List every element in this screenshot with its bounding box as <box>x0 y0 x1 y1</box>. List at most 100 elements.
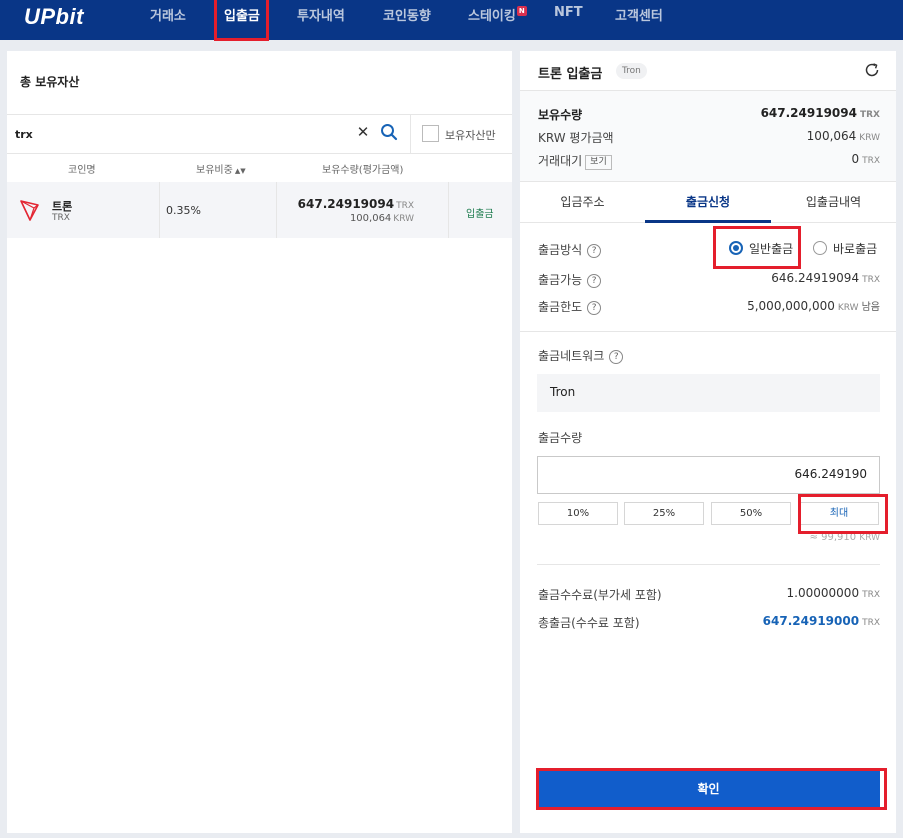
amount-label: 출금수량 <box>538 431 583 445</box>
coin-krw-unit: KRW <box>393 214 414 224</box>
tron-logo-icon <box>18 198 42 226</box>
qty-unit: TRX <box>859 110 880 120</box>
pct-10-button[interactable]: 10% <box>538 502 618 525</box>
pending-text: 거래대기 <box>538 154 583 168</box>
coin-amount-unit: TRX <box>396 201 414 211</box>
coin-search-input[interactable] <box>15 123 345 145</box>
nav-exchange[interactable]: 거래소 <box>150 5 186 24</box>
fee-number: 1.00000000 <box>786 586 860 600</box>
network-select[interactable]: Tron <box>537 374 880 412</box>
withdraw-panel: 트론 입출금 Tron 보유수량 647.24919094 TRX KRW 평가금… <box>520 51 896 833</box>
limit-label: 출금한도? <box>538 298 602 315</box>
krw-value: 100,064 KRW <box>807 129 880 143</box>
cell-divider <box>448 182 449 238</box>
holdings-title: 총 보유자산 <box>20 75 80 89</box>
network-value: Tron <box>550 385 576 399</box>
krw-number: 100,064 <box>806 129 857 143</box>
tab-history[interactable]: 입출금내역 <box>771 182 896 222</box>
owned-only-label: 보유자산만 <box>445 129 496 142</box>
help-icon[interactable]: ? <box>587 274 602 288</box>
available-unit: TRX <box>862 275 880 285</box>
total-number: 647.24919000 <box>762 614 860 628</box>
search-icon[interactable] <box>380 123 398 145</box>
refresh-icon[interactable] <box>864 62 880 82</box>
max-button[interactable]: 최대 <box>799 502 879 525</box>
coin-krw: 100,064 KRW <box>350 213 414 224</box>
fee-value: 1.00000000 TRX <box>787 586 880 600</box>
network-badge: Tron <box>616 63 647 79</box>
total-label: 총출금(수수료 포함) <box>538 616 640 630</box>
nav-staking[interactable]: 스테이킹 N <box>468 5 527 24</box>
upbit-logo[interactable]: UPbit <box>24 4 84 30</box>
tab-bar: 입금주소 출금신청 입출금내역 <box>520 181 896 223</box>
pending-value: 0 TRX <box>851 152 880 166</box>
section-divider <box>537 564 880 565</box>
total-unit: TRX <box>862 618 880 628</box>
nav-deposit-withdraw[interactable]: 입출금 <box>224 5 260 24</box>
nav-investments[interactable]: 투자내역 <box>297 5 345 24</box>
krw-label: KRW 평가금액 <box>538 131 614 145</box>
panel-title: 트론 입출금 <box>538 67 603 82</box>
total-value: 647.24919000 TRX <box>763 614 880 628</box>
help-icon[interactable]: ? <box>609 350 624 364</box>
limit-unit: KRW <box>837 303 859 313</box>
coin-symbol: TRX <box>52 213 70 223</box>
top-nav: UPbit 거래소 입출금 투자내역 코인동향 스테이킹 N NFT 고객센터 <box>0 0 903 40</box>
section-divider <box>520 331 896 332</box>
help-icon[interactable]: ? <box>587 244 602 258</box>
krw-unit: KRW <box>859 133 880 143</box>
pending-view-button[interactable]: 보기 <box>585 155 612 170</box>
owned-only-checkbox[interactable] <box>422 125 439 142</box>
radio-normal-withdraw[interactable] <box>729 241 743 255</box>
coin-amount: 647.24919094 TRX <box>298 197 414 211</box>
fee-label: 출금수수료(부가세 포함) <box>538 588 662 602</box>
cell-divider <box>159 182 160 238</box>
radio-normal-label[interactable]: 일반출금 <box>749 240 793 257</box>
qty-label: 보유수량 <box>538 108 583 122</box>
col-ratio-label: 보유비중 <box>196 165 233 176</box>
nav-coin-trends[interactable]: 코인동향 <box>383 5 431 24</box>
limit-number: 5,000,000,000 <box>747 299 835 313</box>
coin-ratio: 0.35% <box>166 204 201 217</box>
col-amount: 보유수량(평가금액) <box>322 165 404 176</box>
qty-number: 647.24919094 <box>760 106 857 120</box>
clear-icon[interactable]: ✕ <box>355 124 371 140</box>
pct-50-button[interactable]: 50% <box>711 502 791 525</box>
available-label: 출금가능? <box>538 271 602 288</box>
method-text: 출금방식 <box>538 243 583 257</box>
search-divider <box>410 115 411 153</box>
network-label: 출금네트워크? <box>538 347 624 364</box>
table-row[interactable]: 트론 TRX 0.35% 647.24919094 TRX 100,064 KRW … <box>7 182 512 238</box>
amount-input[interactable] <box>567 467 867 481</box>
pending-number: 0 <box>851 152 860 166</box>
available-value: 646.24919094 TRX <box>771 271 880 285</box>
pending-unit: TRX <box>862 156 880 166</box>
network-text: 출금네트워크 <box>538 349 605 363</box>
confirm-button[interactable]: 확인 <box>537 771 880 807</box>
amount-field[interactable] <box>537 456 880 494</box>
tab-withdraw-request[interactable]: 출금신청 <box>645 182 771 223</box>
help-icon[interactable]: ? <box>587 301 602 315</box>
available-text: 출금가능 <box>538 273 583 287</box>
new-badge: N <box>516 6 527 16</box>
fee-unit: TRX <box>862 590 880 600</box>
coin-name: 트론 <box>52 200 73 213</box>
tab-deposit-address[interactable]: 입금주소 <box>520 182 645 222</box>
pct-25-button[interactable]: 25% <box>624 502 704 525</box>
radio-instant-withdraw[interactable] <box>813 241 827 255</box>
cell-divider <box>276 182 277 238</box>
nav-staking-label: 스테이킹 <box>468 9 516 24</box>
nav-nft[interactable]: NFT <box>554 5 583 20</box>
coin-krw-value: 100,064 <box>349 213 392 224</box>
limit-value: 5,000,000,000 KRW 남음 <box>747 298 880 313</box>
deposit-withdraw-link[interactable]: 입출금 <box>466 205 494 220</box>
col-ratio[interactable]: 보유비중 ▲▼ <box>196 161 246 176</box>
limit-text: 출금한도 <box>538 300 583 314</box>
holdings-panel: 총 보유자산 ✕ 보유자산만 코인명 보유비중▲▼ 보유수량(평가금액) 트론 … <box>7 51 512 833</box>
approx-krw: ≈ 99,910 KRW <box>810 532 880 543</box>
nav-customer-center[interactable]: 고객센터 <box>615 5 663 24</box>
approx-value: ≈ 99,910 <box>809 532 857 543</box>
available-number: 646.24919094 <box>771 271 860 285</box>
radio-instant-label[interactable]: 바로출금 <box>833 240 877 257</box>
holdings-summary: 보유수량 647.24919094 TRX KRW 평가금액 100,064 KRW… <box>520 90 896 181</box>
